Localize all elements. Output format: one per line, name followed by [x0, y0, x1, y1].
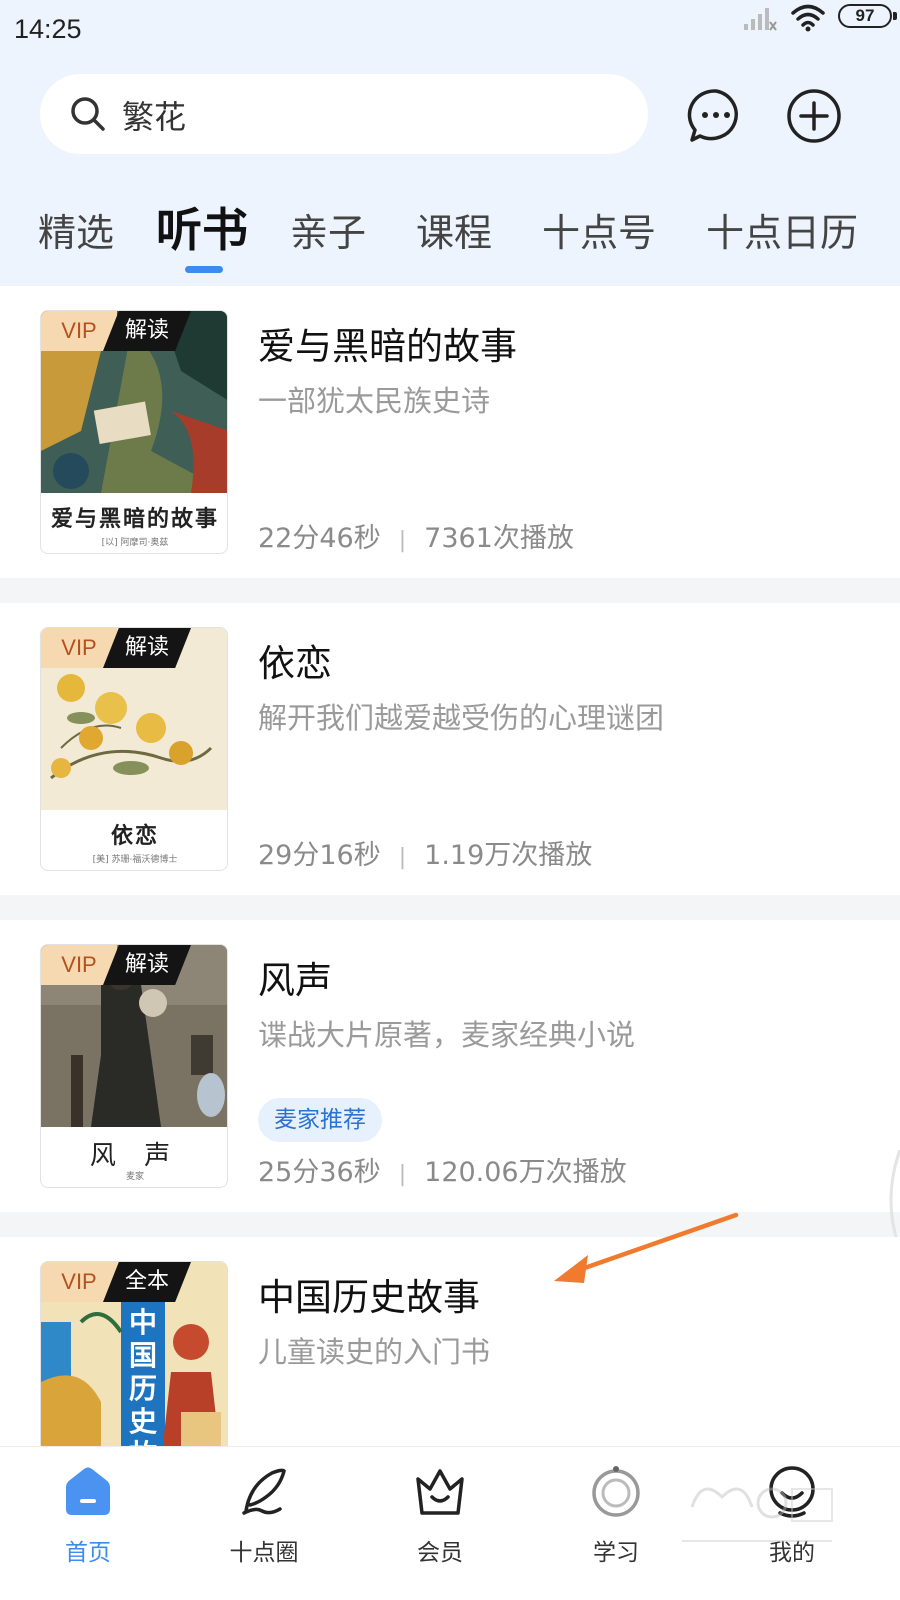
- tab-parenting[interactable]: 亲子: [290, 202, 366, 257]
- battery-indicator: 97: [838, 4, 897, 28]
- bottom-navigation: 首页 十点圈 会员 学习 我的: [0, 1446, 900, 1600]
- book-meta: 29分16秒 | 1.19万次播放: [258, 833, 592, 872]
- recommend-tag: 麦家推荐: [258, 1098, 382, 1142]
- book-subtitle: 一部犹太民族史诗: [258, 384, 491, 418]
- scroll-edge: [889, 1150, 900, 1250]
- nav-label: 十点圈: [229, 1540, 299, 1566]
- status-time: 14:25: [14, 14, 82, 44]
- book-subtitle: 解开我们越爱越受伤的心理谜团: [258, 701, 665, 735]
- book-plays: 120.06万次播放: [424, 1157, 627, 1188]
- book-plays: 1.19万次播放: [424, 840, 593, 871]
- nav-study[interactable]: 学习: [556, 1463, 676, 1583]
- tab-audiobooks[interactable]: 听书: [156, 194, 248, 260]
- search-text: 繁花: [122, 98, 187, 136]
- book-card[interactable]: VIP 解读 风 声 麦家 风声 谍战大片原著，麦家经典小说 麦家推荐 25分3…: [0, 920, 900, 1250]
- cover-author: 麦家: [125, 1172, 144, 1182]
- book-title: 爱与黑暗的故事: [258, 325, 517, 368]
- meta-divider: |: [398, 1162, 407, 1187]
- add-icon[interactable]: [784, 86, 844, 146]
- book-cover: VIP 解读 爱与黑暗的故事 [以] 阿摩司·奥兹: [40, 310, 228, 554]
- nav-label: 首页: [65, 1540, 111, 1566]
- cover-author: [美] 苏珊·福沃德博士: [92, 855, 178, 865]
- book-meta: 25分36秒 | 120.06万次播放: [258, 1150, 627, 1189]
- book-title: 风声: [258, 959, 332, 1002]
- cover-title: 依恋: [110, 823, 159, 849]
- book-duration: 25分36秒: [258, 1157, 381, 1188]
- book-duration: 22分46秒: [258, 523, 381, 554]
- book-badge: VIP 解读: [41, 311, 191, 351]
- book-cover: VIP 解读 依恋 [美] 苏珊·福沃德博士: [40, 627, 228, 871]
- book-subtitle: 谍战大片原著，麦家经典小说: [258, 1018, 636, 1052]
- message-icon[interactable]: [686, 86, 746, 146]
- tab-courses[interactable]: 课程: [416, 202, 492, 257]
- search-icon: [71, 97, 105, 131]
- category-tabs: 精选 听书 亲子 课程 十点号 十点日历: [0, 190, 900, 280]
- cover-author: [以] 阿摩司·奥兹: [101, 538, 169, 548]
- active-tab-indicator: [185, 266, 223, 273]
- book-card[interactable]: VIP 解读 依恋 [美] 苏珊·福沃德博士 依恋 解开我们越爱越受伤的心理谜团…: [0, 603, 900, 895]
- tab-channels[interactable]: 十点号: [542, 202, 656, 257]
- watermark-logo: [682, 1487, 833, 1542]
- book-cover: VIP 解读 风 声 麦家: [40, 944, 228, 1188]
- book-title: 依恋: [258, 642, 332, 685]
- home-icon: [66, 1467, 110, 1515]
- signal-icon: [744, 8, 777, 31]
- nav-label: 学习: [593, 1540, 639, 1566]
- status-bar: 14:25 97: [0, 0, 900, 60]
- cover-title: 爱与黑暗的故事: [50, 506, 219, 532]
- book-title: 中国历史故事: [258, 1276, 480, 1319]
- tab-featured[interactable]: 精选: [38, 202, 114, 257]
- arrow-annotation-icon: [554, 1212, 739, 1283]
- wifi-icon: [791, 4, 825, 32]
- nav-home[interactable]: 首页: [28, 1463, 148, 1583]
- cover-title: 风 声: [89, 1141, 181, 1171]
- search-input[interactable]: 繁花: [40, 74, 648, 154]
- nav-vip[interactable]: 会员: [380, 1463, 500, 1583]
- nav-label: 会员: [417, 1540, 463, 1566]
- nav-circle[interactable]: 十点圈: [204, 1463, 324, 1583]
- book-duration: 29分16秒: [258, 840, 381, 871]
- feather-icon: [242, 1468, 286, 1515]
- book-subtitle: 儿童读史的入门书: [258, 1335, 491, 1369]
- meta-divider: |: [398, 845, 407, 870]
- book-badge: VIP 解读: [41, 945, 191, 985]
- book-plays: 7361次播放: [424, 523, 574, 554]
- meta-divider: |: [398, 528, 407, 553]
- book-badge: VIP 解读: [41, 628, 191, 668]
- crown-icon: [416, 1469, 464, 1515]
- book-badge: VIP 全本: [41, 1262, 191, 1302]
- book-card[interactable]: VIP 解读 爱与黑暗的故事 [以] 阿摩司·奥兹 爱与黑暗的故事 一部犹太民族…: [0, 286, 900, 578]
- book-meta: 22分46秒 | 7361次播放: [258, 516, 574, 555]
- tab-calendar[interactable]: 十点日历: [706, 202, 858, 257]
- header-area: 14:25 97 繁花 精选 听书 亲子 课程 十点号 十点日历: [0, 0, 900, 290]
- study-icon: [592, 1466, 640, 1517]
